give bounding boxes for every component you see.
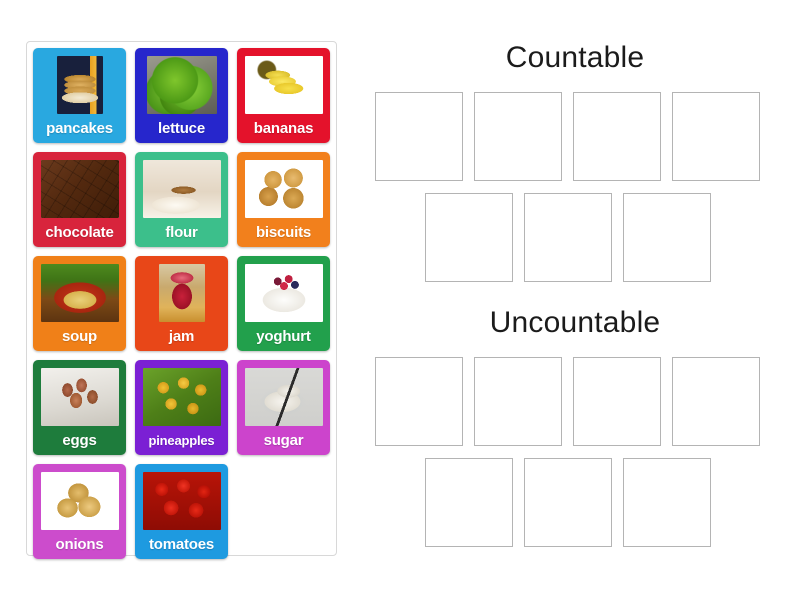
tomatoes-photo-icon (142, 472, 221, 530)
category-title-uncountable: Uncountable (489, 306, 661, 339)
category-countable: Countable (360, 40, 790, 282)
tile-image-flour (142, 160, 221, 218)
uncountable-slot-row-1 (360, 357, 790, 446)
tile-image-eggs (40, 368, 119, 426)
drop-slot-countable-1[interactable] (375, 92, 463, 181)
drop-slot-countable-4[interactable] (672, 92, 760, 181)
drop-slot-countable-3[interactable] (573, 92, 661, 181)
tile-image-tomatoes (142, 472, 221, 530)
onions-photo-icon (40, 472, 119, 530)
tile-tomatoes[interactable]: tomatoes (135, 464, 228, 559)
tile-jam[interactable]: jam (135, 256, 228, 351)
drop-slot-countable-2[interactable] (474, 92, 562, 181)
tile-flour[interactable]: flour (135, 152, 228, 247)
drop-slot-uncountable-2[interactable] (474, 357, 562, 446)
tile-pineapples[interactable]: pineapples (135, 360, 228, 455)
drop-slot-uncountable-7[interactable] (623, 458, 711, 547)
tile-label-pineapples: pineapples (148, 433, 215, 448)
pancakes-photo-icon (56, 56, 103, 114)
countable-slot-row-1 (360, 92, 790, 181)
soup-photo-icon (40, 264, 119, 322)
chocolate-photo-icon (40, 160, 119, 218)
pineapples-photo-icon (142, 368, 221, 426)
tile-label-onions: onions (55, 536, 104, 553)
drop-slot-countable-7[interactable] (623, 193, 711, 282)
tile-grid: pancakes lettuce bananas chocolate flour bisc… (33, 48, 330, 559)
tile-onions[interactable]: onions (33, 464, 126, 559)
tile-label-tomatoes: tomatoes (148, 536, 215, 553)
drop-slot-uncountable-1[interactable] (375, 357, 463, 446)
tile-label-chocolate: chocolate (45, 224, 114, 241)
tile-image-lettuce (146, 56, 217, 114)
tile-lettuce[interactable]: lettuce (135, 48, 228, 143)
drop-slot-uncountable-6[interactable] (524, 458, 612, 547)
drop-slot-uncountable-4[interactable] (672, 357, 760, 446)
tile-bananas[interactable]: bananas (237, 48, 330, 143)
tile-image-biscuits (244, 160, 323, 218)
tile-chocolate[interactable]: chocolate (33, 152, 126, 247)
yoghurt-photo-icon (244, 264, 323, 322)
tile-image-jam (158, 264, 205, 322)
tile-image-yoghurt (244, 264, 323, 322)
tile-image-sugar (244, 368, 323, 426)
tile-yoghurt[interactable]: yoghurt (237, 256, 330, 351)
biscuits-photo-icon (244, 160, 323, 218)
tile-eggs[interactable]: eggs (33, 360, 126, 455)
tile-label-biscuits: biscuits (255, 224, 312, 241)
category-uncountable: Uncountable (360, 305, 790, 547)
tile-label-lettuce: lettuce (158, 120, 205, 137)
tile-biscuits[interactable]: biscuits (237, 152, 330, 247)
tile-label-sugar: sugar (263, 432, 304, 449)
tile-label-bananas: bananas (253, 120, 314, 137)
tile-label-yoghurt: yoghurt (256, 328, 311, 345)
tile-image-soup (40, 264, 119, 322)
tile-label-eggs: eggs (62, 432, 97, 449)
bananas-photo-icon (244, 56, 323, 114)
eggs-photo-icon (40, 368, 119, 426)
drop-slot-uncountable-5[interactable] (425, 458, 513, 547)
tile-label-flour: flour (165, 224, 198, 241)
tile-label-jam: jam (168, 328, 195, 345)
lettuce-photo-icon (146, 56, 217, 114)
drop-slot-uncountable-3[interactable] (573, 357, 661, 446)
tile-soup[interactable]: soup (33, 256, 126, 351)
flour-photo-icon (142, 160, 221, 218)
tile-image-pineapples (142, 368, 221, 426)
sugar-photo-icon (244, 368, 323, 426)
uncountable-slot-row-2 (360, 458, 790, 547)
tile-image-onions (40, 472, 119, 530)
jam-photo-icon (158, 264, 205, 322)
tile-sugar[interactable]: sugar (237, 360, 330, 455)
tile-label-pancakes: pancakes (46, 120, 113, 137)
tile-image-chocolate (40, 160, 119, 218)
tile-tray: pancakes lettuce bananas chocolate flour bisc… (26, 41, 337, 559)
countable-slot-row-2 (360, 193, 790, 282)
category-title-countable: Countable (505, 41, 645, 74)
tile-image-pancakes (56, 56, 103, 114)
tile-pancakes[interactable]: pancakes (33, 48, 126, 143)
drop-slot-countable-6[interactable] (524, 193, 612, 282)
tile-image-bananas (244, 56, 323, 114)
drop-slot-countable-5[interactable] (425, 193, 513, 282)
tile-label-soup: soup (61, 328, 98, 345)
